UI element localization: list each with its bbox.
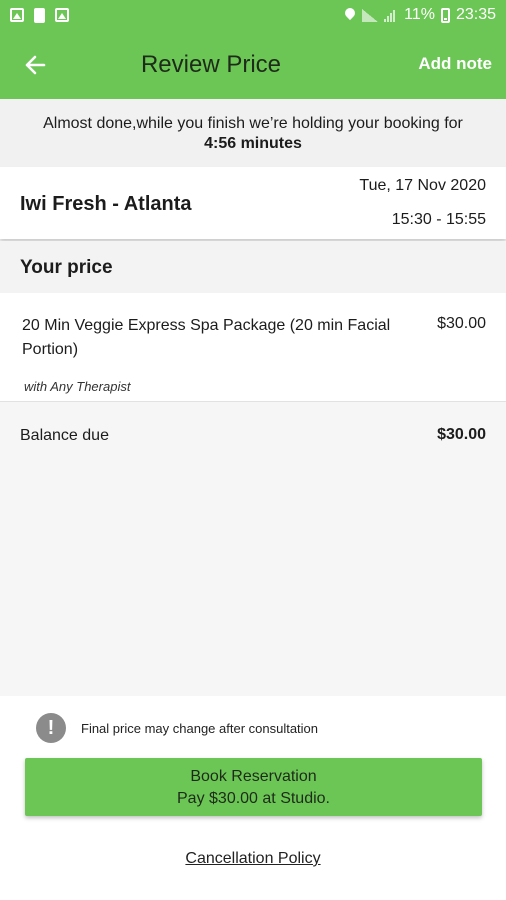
book-button-title: Book Reservation: [190, 768, 317, 785]
booking-time: 15:30 - 15:55: [391, 211, 486, 228]
price-section-title: Your price: [20, 257, 113, 278]
booking-date: Tue, 17 Nov 2020: [359, 177, 486, 194]
venue-name: Iwi Fresh - Atlanta: [20, 193, 192, 215]
price-notice: ! Final price may change after consultat…: [36, 713, 318, 743]
list-item: 20 Min Veggie Express Spa Package (20 mi…: [0, 293, 506, 402]
image-icon: [10, 8, 24, 22]
balance-amount: $30.00: [437, 426, 486, 443]
hold-message: Almost done,while you finish we’re holdi…: [43, 115, 463, 132]
location-icon: [344, 8, 356, 22]
balance-section: Balance due $30.00: [0, 402, 506, 696]
info-icon: !: [36, 713, 66, 743]
venue-card: Iwi Fresh - Atlanta Tue, 17 Nov 2020 15:…: [0, 167, 506, 239]
gallery-icon: [55, 8, 69, 22]
book-reservation-button[interactable]: Book Reservation Pay $30.00 at Studio.: [25, 758, 482, 816]
battery-percent: 11%: [404, 6, 435, 23]
service-description: 20 Min Veggie Express Spa Package (20 mi…: [22, 317, 391, 358]
therapist-label: with Any Therapist: [24, 379, 131, 394]
status-icons-left: [10, 8, 69, 23]
battery-icon: [440, 7, 450, 23]
hold-countdown: 4:56 minutes: [204, 135, 302, 152]
app-bar: Review Price Add note: [0, 32, 506, 99]
balance-label: Balance due: [20, 427, 109, 444]
service-price: $30.00: [437, 315, 486, 332]
status-icons-right: 11% 23:35: [344, 6, 496, 24]
footer: ! Final price may change after consultat…: [0, 696, 506, 900]
cancellation-policy-link[interactable]: Cancellation Policy: [185, 850, 320, 867]
cancellation-policy: Cancellation Policy: [0, 850, 506, 868]
add-note-button[interactable]: Add note: [418, 54, 492, 74]
status-bar: 11% 23:35: [0, 0, 506, 32]
book-button-subtitle: Pay $30.00 at Studio.: [177, 790, 330, 807]
clock: 23:35: [455, 6, 496, 23]
price-section-header: Your price: [0, 241, 506, 293]
price-notice-text: Final price may change after consultatio…: [81, 720, 319, 736]
signal-icon: [384, 9, 398, 22]
document-icon: [34, 8, 45, 23]
wifi-icon: [362, 8, 379, 22]
hold-notice: Almost done,while you finish we’re holdi…: [0, 99, 506, 167]
